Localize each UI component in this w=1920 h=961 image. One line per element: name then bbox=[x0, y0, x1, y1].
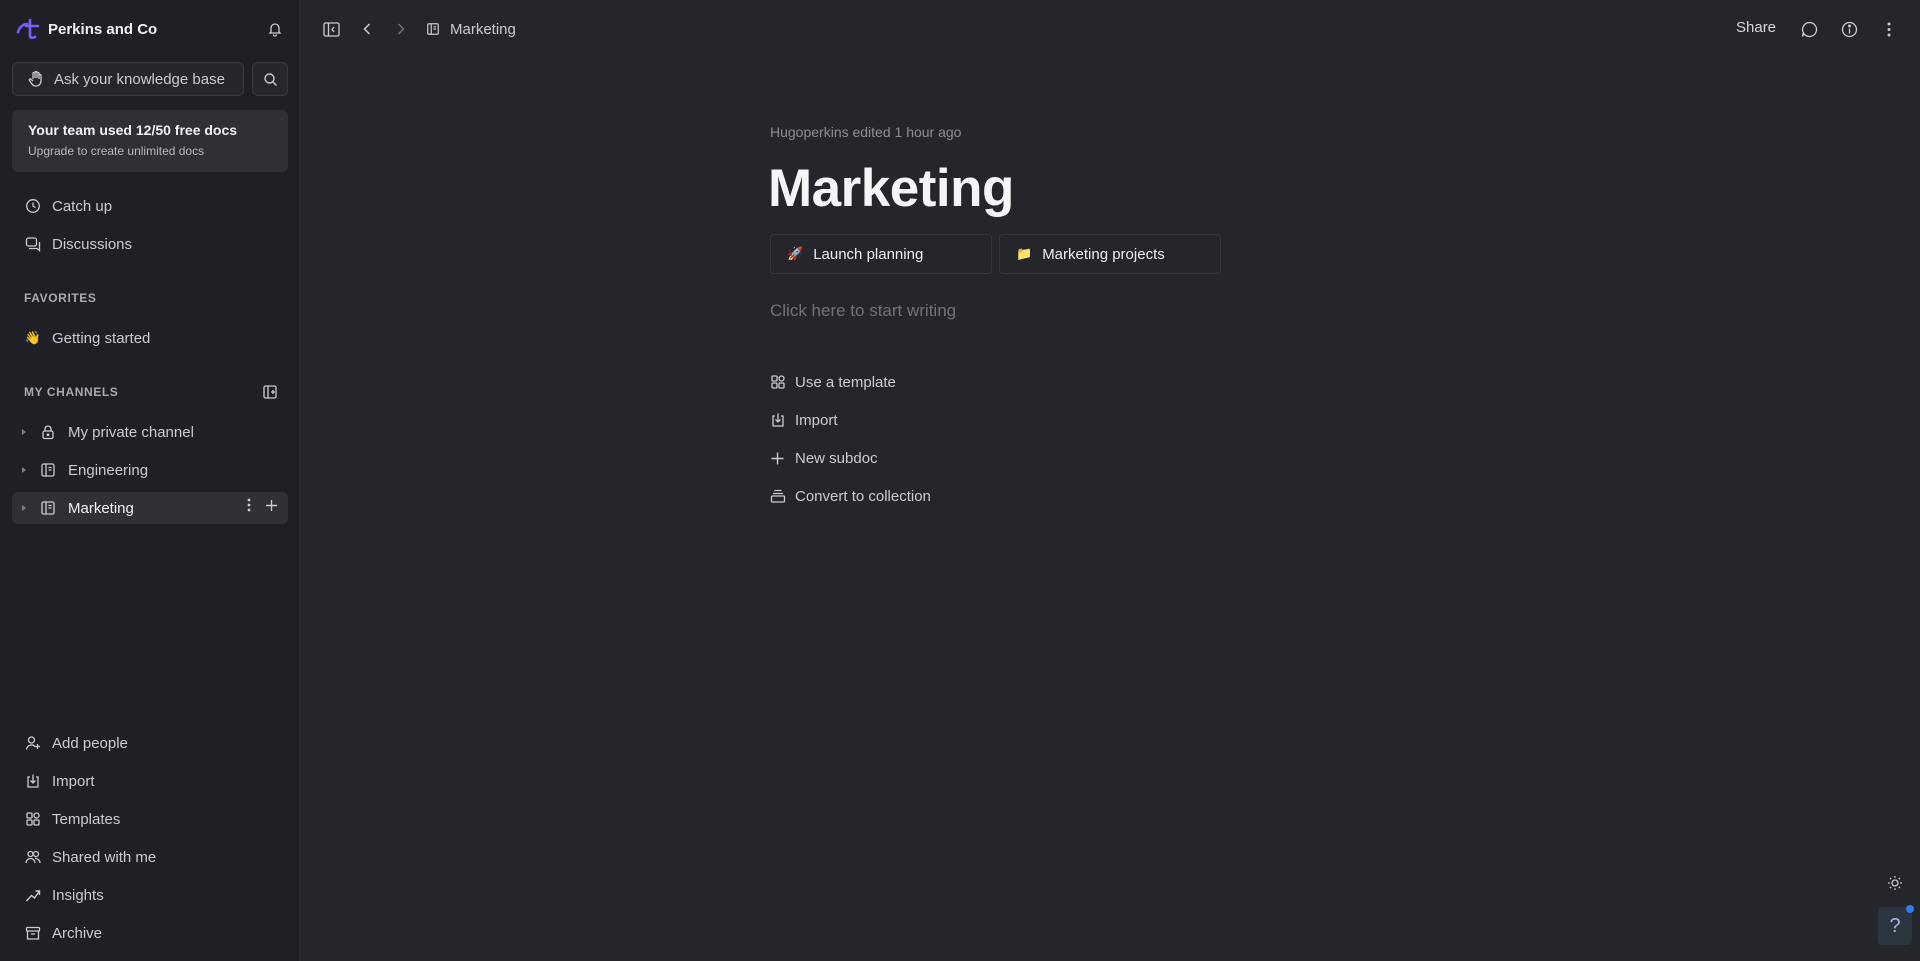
favorites-heading: FAVORITES bbox=[24, 291, 97, 305]
wave-emoji-icon: 👋 bbox=[24, 330, 42, 345]
convert-to-collection-button[interactable]: Convert to collection bbox=[770, 485, 931, 507]
new-subdoc-button[interactable]: New subdoc bbox=[770, 447, 878, 469]
comment-icon[interactable] bbox=[1798, 18, 1820, 40]
nav-item-label: Catch up bbox=[52, 197, 113, 215]
toggle-sidebar-icon[interactable] bbox=[320, 18, 342, 40]
nav-item-label: Insights bbox=[52, 886, 104, 904]
rocket-emoji-icon: 🚀 bbox=[787, 246, 804, 261]
breadcrumb-label: Marketing bbox=[450, 20, 516, 38]
lock-icon bbox=[40, 423, 58, 441]
doc-icon bbox=[40, 499, 58, 517]
workspace-name: Perkins and Co bbox=[48, 20, 158, 38]
subdoc-label: Launch planning bbox=[813, 245, 924, 263]
nav-item-discussions[interactable]: Discussions bbox=[12, 227, 288, 261]
search-placeholder: Ask your knowledge base bbox=[54, 70, 225, 88]
caret-right-icon[interactable] bbox=[20, 427, 30, 437]
nav-item-add-people[interactable]: Add people bbox=[12, 726, 288, 760]
nav-item-label: Templates bbox=[52, 810, 121, 828]
archive-icon bbox=[24, 924, 42, 942]
trend-icon bbox=[24, 886, 42, 904]
clock-icon bbox=[24, 197, 42, 215]
favorite-item-getting-started[interactable]: 👋 Getting started bbox=[12, 321, 288, 355]
help-button[interactable]: ? bbox=[1878, 905, 1914, 945]
channels-heading: MY CHANNELS bbox=[24, 385, 119, 399]
action-label: New subdoc bbox=[795, 449, 878, 467]
people-icon bbox=[24, 848, 42, 866]
add-doc-icon bbox=[263, 385, 277, 399]
chat-icon bbox=[24, 235, 42, 253]
editor-placeholder[interactable]: Click here to start writing bbox=[770, 301, 956, 321]
edit-meta: Hugoperkins edited 1 hour ago bbox=[770, 124, 962, 140]
nav-item-templates[interactable]: Templates bbox=[12, 802, 288, 836]
use-template-button[interactable]: Use a template bbox=[770, 371, 896, 393]
channel-item-marketing[interactable]: Marketing bbox=[12, 492, 288, 524]
nav-item-catch-up[interactable]: Catch up bbox=[12, 189, 288, 223]
app-window: Perkins and Co Ask your knowledge base Y… bbox=[0, 0, 1920, 961]
import-button[interactable]: Import bbox=[770, 409, 838, 431]
nav-item-label: Discussions bbox=[52, 235, 133, 253]
topbar: Marketing Share bbox=[300, 0, 1920, 58]
import-icon bbox=[24, 772, 42, 790]
channel-item-my-private-channel[interactable]: My private channel bbox=[12, 416, 288, 448]
nav-item-label: Add people bbox=[52, 734, 128, 752]
upgrade-title: Your team used 12/50 free docs bbox=[28, 122, 238, 138]
more-vertical-icon[interactable] bbox=[247, 498, 251, 512]
add-user-icon bbox=[24, 734, 42, 752]
channel-actions bbox=[247, 498, 278, 512]
nav-item-label: Archive bbox=[52, 924, 103, 942]
new-channel-button[interactable] bbox=[260, 382, 280, 402]
channel-label: Engineering bbox=[68, 461, 149, 479]
templates-icon bbox=[24, 810, 42, 828]
action-label: Convert to collection bbox=[795, 487, 931, 505]
nav-item-label: Shared with me bbox=[52, 848, 157, 866]
theme-toggle-sun-icon[interactable] bbox=[1885, 873, 1905, 893]
bell-icon[interactable] bbox=[264, 18, 286, 40]
subdoc-card-marketing-projects[interactable]: 📁 Marketing projects bbox=[999, 234, 1221, 274]
search-input[interactable]: Ask your knowledge base bbox=[12, 62, 244, 96]
upgrade-banner[interactable]: Your team used 12/50 free docs Upgrade t… bbox=[12, 110, 288, 172]
channel-label: Marketing bbox=[68, 499, 134, 517]
channel-item-engineering[interactable]: Engineering bbox=[12, 454, 288, 486]
info-icon[interactable] bbox=[1838, 18, 1860, 40]
back-arrow-icon[interactable] bbox=[356, 18, 378, 40]
import-icon bbox=[770, 412, 786, 428]
action-label: Import bbox=[795, 411, 838, 429]
breadcrumb[interactable]: Marketing bbox=[426, 18, 516, 40]
workspace-header[interactable]: Perkins and Co bbox=[16, 18, 286, 40]
help-label: ? bbox=[1889, 914, 1901, 937]
sidebar: Perkins and Co Ask your knowledge base Y… bbox=[0, 0, 300, 961]
subdoc-label: Marketing projects bbox=[1042, 245, 1165, 263]
search-icon bbox=[263, 72, 277, 86]
nav-item-import[interactable]: Import bbox=[12, 764, 288, 798]
nav-item-archive[interactable]: Archive bbox=[12, 916, 288, 950]
share-button[interactable]: Share bbox=[1736, 19, 1776, 36]
plus-icon bbox=[770, 450, 786, 466]
nav-item-label: Import bbox=[52, 772, 95, 790]
action-label: Use a template bbox=[795, 373, 896, 391]
caret-right-icon[interactable] bbox=[20, 503, 30, 513]
hand-icon bbox=[27, 70, 45, 88]
favorite-item-label: Getting started bbox=[52, 329, 151, 347]
folder-emoji-icon: 📁 bbox=[1016, 246, 1033, 261]
doc-icon bbox=[426, 21, 442, 37]
collection-icon bbox=[770, 488, 786, 504]
search-button[interactable] bbox=[252, 62, 288, 96]
upgrade-subtitle: Upgrade to create unlimited docs bbox=[28, 144, 205, 158]
page-title[interactable]: Marketing bbox=[768, 158, 1014, 219]
workspace-logo-icon bbox=[16, 17, 40, 41]
notification-dot bbox=[1906, 905, 1914, 913]
forward-arrow-icon[interactable] bbox=[390, 18, 412, 40]
channel-label: My private channel bbox=[68, 423, 194, 441]
more-vertical-icon[interactable] bbox=[1878, 18, 1900, 40]
plus-icon[interactable] bbox=[265, 499, 278, 512]
subdoc-card-launch-planning[interactable]: 🚀 Launch planning bbox=[770, 234, 992, 274]
templates-icon bbox=[770, 374, 786, 390]
doc-icon bbox=[40, 461, 58, 479]
nav-item-insights[interactable]: Insights bbox=[12, 878, 288, 912]
caret-right-icon[interactable] bbox=[20, 465, 30, 475]
nav-item-shared-with-me[interactable]: Shared with me bbox=[12, 840, 288, 874]
